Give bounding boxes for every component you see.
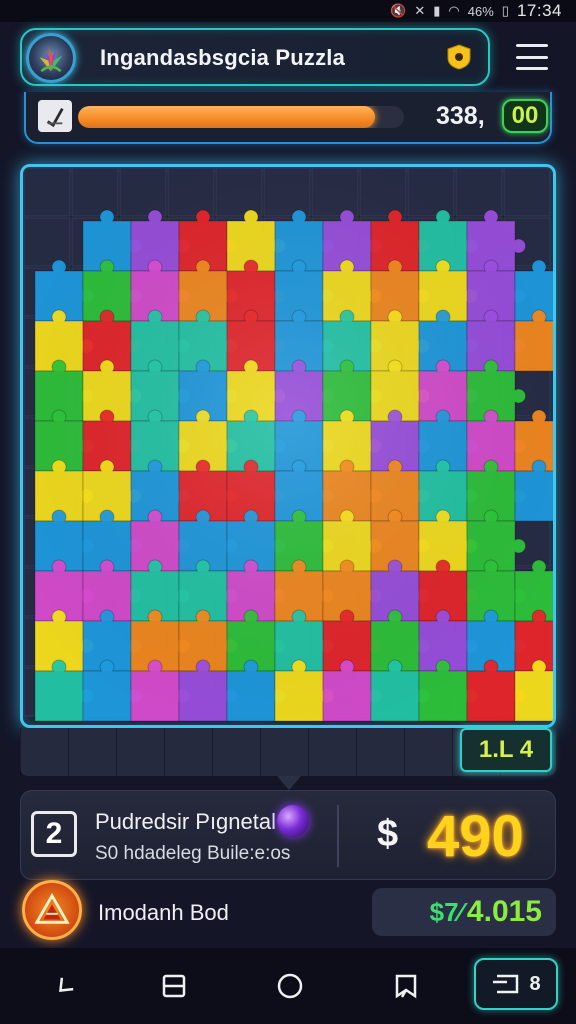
recents-icon [493,974,519,994]
progress-fill [78,106,375,128]
currency-symbol: $ [377,813,399,855]
recents-button[interactable]: 8 [474,958,558,1010]
battery-label: 46% [467,3,494,19]
big-score: 490 [427,804,524,869]
info-subtitle: S0 hdadeleg Buile:e:os [95,843,291,864]
puzzle-board[interactable] [20,164,556,728]
battery-icon: ▯ [501,3,509,18]
wifi-icon: ◠ [448,3,460,18]
mute-icon: 🔇 [390,3,407,18]
progress-badge: 00 [502,99,548,133]
signal-icon: ▮ [433,3,441,18]
no-sim-icon: ✕ [414,3,426,18]
triangle-emblem-icon [34,892,70,924]
level-badge: 1.L 4 [460,728,552,772]
apps-icon[interactable] [152,966,196,1006]
progress-score: 338, [436,102,485,130]
info-title: Pudredsir Pıgnetal [95,809,276,834]
bookmark-icon[interactable] [384,966,428,1006]
back-icon[interactable] [42,966,86,1006]
orb-icon [277,805,309,837]
level-number-box: 2 [31,811,77,857]
flower-logo-icon[interactable] [26,33,76,83]
user-name: Imodanh Bod [98,900,229,925]
clock: 17:34 [516,1,562,20]
progress-bar [78,106,404,128]
money-box: $7⁄ 4.015 [372,888,556,936]
app-header: Ingandasbsgcia Puzzla [20,28,490,86]
panel-pointer [277,776,301,790]
avatar[interactable] [22,880,82,940]
status-bar: 🔇 ✕ ▮ ◠ 46% ▯ 17:34 [0,0,576,22]
app-title: Ingandasbsgcia Puzzla [100,45,346,70]
puzzle-pieces[interactable] [23,167,553,725]
progress-row: 338, 00 [24,92,552,144]
home-icon[interactable] [268,966,312,1006]
money-currency: $7⁄ [429,896,463,927]
hamburger-menu-icon[interactable] [512,40,552,74]
check-icon[interactable] [38,100,72,132]
recents-count: 8 [529,972,541,995]
divider [337,805,339,867]
money-amount: 4.015 [466,895,542,928]
board-glow [23,167,553,725]
shield-icon[interactable] [446,44,472,70]
info-panel: 2 Pudredsir Pıgnetal S0 hdadeleg Buile:e… [20,790,556,880]
